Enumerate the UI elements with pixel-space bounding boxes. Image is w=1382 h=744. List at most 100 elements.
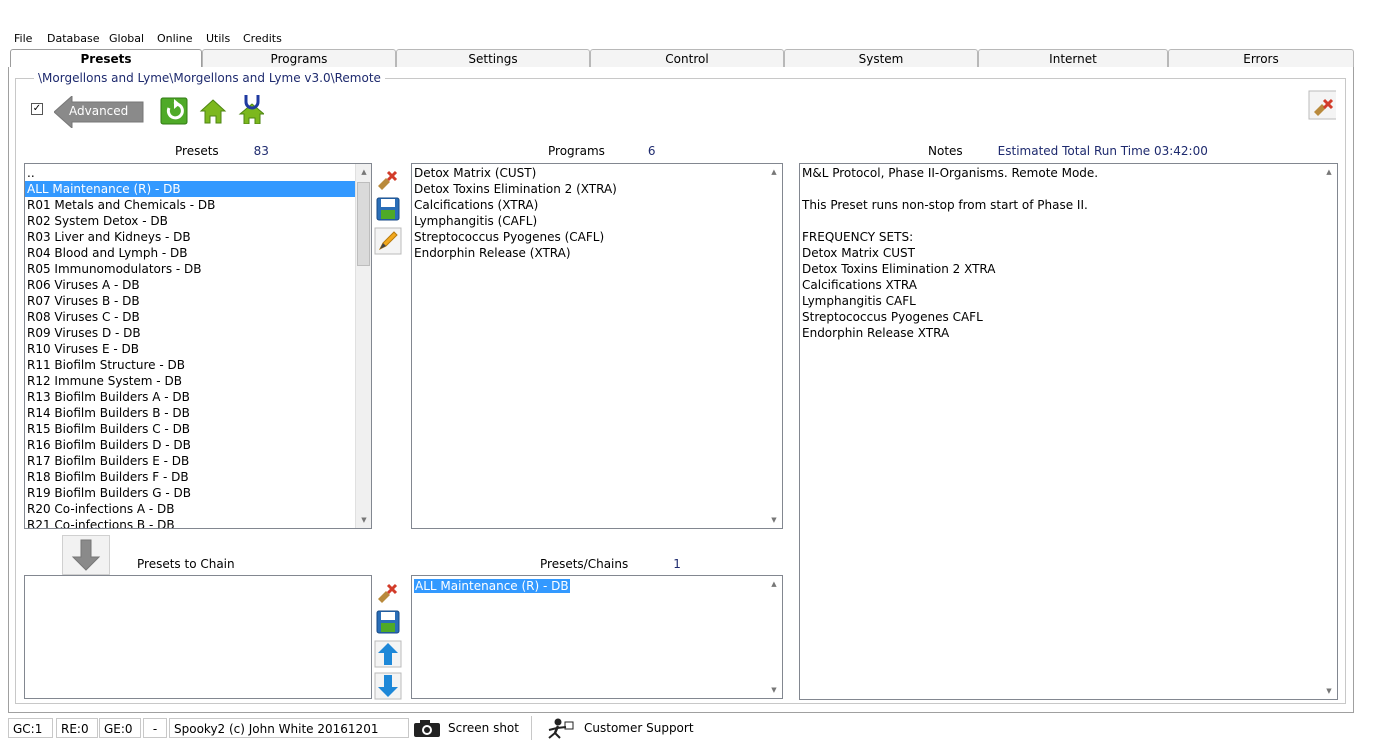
save-chain-icon[interactable] bbox=[373, 608, 403, 636]
presets-scrollbar[interactable]: ▲ ▼ bbox=[355, 164, 371, 528]
presets-chains-list[interactable]: ALL Maintenance (R) - DB ▲ ▼ bbox=[411, 575, 783, 699]
list-item[interactable]: .. bbox=[25, 165, 371, 181]
tab-control[interactable]: Control bbox=[590, 49, 784, 67]
scroll-up-icon[interactable]: ▲ bbox=[356, 166, 371, 178]
notes-header: Notes Estimated Total Run Time 03:42:00 bbox=[928, 144, 1208, 158]
tab-bar: Presets Programs Settings Control System… bbox=[8, 49, 1354, 68]
note-line: M&L Protocol, Phase II-Organisms. Remote… bbox=[802, 166, 1099, 180]
note-line: Lymphangitis CAFL bbox=[802, 294, 916, 308]
tab-presets[interactable]: Presets bbox=[10, 49, 202, 68]
menu-credits[interactable]: Credits bbox=[243, 32, 282, 46]
menu-online[interactable]: Online bbox=[157, 32, 192, 46]
customer-support-button[interactable]: Customer Support bbox=[531, 716, 708, 740]
menu-file[interactable]: File bbox=[14, 32, 32, 46]
status-re: RE:0 bbox=[56, 718, 98, 738]
list-item[interactable]: R21 Co-infections B - DB bbox=[25, 517, 371, 528]
programs-list[interactable]: Detox Matrix (CUST) Detox Toxins Eliminat… bbox=[411, 163, 783, 529]
list-item[interactable]: R07 Viruses B - DB bbox=[25, 293, 371, 309]
list-item[interactable]: Endorphin Release (XTRA) bbox=[412, 245, 782, 261]
scroll-down-icon[interactable]: ▼ bbox=[766, 684, 782, 696]
menu-global[interactable]: Global bbox=[109, 32, 144, 46]
delete-preset-icon[interactable] bbox=[1308, 90, 1336, 120]
list-item[interactable]: R19 Biofilm Builders G - DB bbox=[25, 485, 371, 501]
tab-settings[interactable]: Settings bbox=[396, 49, 590, 67]
move-down-icon[interactable] bbox=[373, 672, 403, 700]
screenshot-button[interactable]: Screen shot bbox=[412, 716, 527, 740]
list-item[interactable]: R16 Biofilm Builders D - DB bbox=[25, 437, 371, 453]
list-item[interactable]: R11 Biofilm Structure - DB bbox=[25, 357, 371, 373]
advanced-button[interactable]: Advanced bbox=[53, 94, 144, 130]
broom-clear-icon[interactable] bbox=[373, 163, 403, 191]
list-item[interactable]: R13 Biofilm Builders A - DB bbox=[25, 389, 371, 405]
programs-items: Detox Matrix (CUST) Detox Toxins Eliminat… bbox=[412, 164, 782, 261]
tab-errors[interactable]: Errors bbox=[1168, 49, 1354, 67]
save-icon[interactable] bbox=[373, 195, 403, 223]
run-time: Estimated Total Run Time 03:42:00 bbox=[997, 144, 1208, 158]
list-item[interactable]: R08 Viruses C - DB bbox=[25, 309, 371, 325]
note-line: This Preset runs non-stop from start of … bbox=[802, 198, 1088, 212]
list-item[interactable]: Streptococcus Pyogenes (CAFL) bbox=[412, 229, 782, 245]
presets-header: Presets 83 bbox=[175, 144, 269, 158]
note-line bbox=[800, 213, 1337, 229]
status-dash: - bbox=[143, 718, 167, 738]
list-item[interactable]: R05 Immunomodulators - DB bbox=[25, 261, 371, 277]
scroll-down-icon[interactable]: ▼ bbox=[766, 514, 782, 526]
broom-clear-chain-icon[interactable] bbox=[373, 576, 403, 604]
list-item[interactable]: R14 Biofilm Builders B - DB bbox=[25, 405, 371, 421]
support-person-icon bbox=[548, 718, 574, 739]
move-up-icon[interactable] bbox=[373, 640, 403, 668]
edit-pencil-icon[interactable] bbox=[373, 227, 403, 255]
scroll-down-icon[interactable]: ▼ bbox=[356, 514, 371, 526]
list-item[interactable]: R03 Liver and Kidneys - DB bbox=[25, 229, 371, 245]
menu-database[interactable]: Database bbox=[47, 32, 100, 46]
advanced-checkbox[interactable]: ✓ bbox=[31, 103, 43, 115]
list-item[interactable]: ALL Maintenance (R) - DB bbox=[412, 578, 782, 594]
list-item[interactable]: Lymphangitis (CAFL) bbox=[412, 213, 782, 229]
notes-scrollbar[interactable]: ▲ ▼ bbox=[1321, 164, 1337, 699]
customer-support-label: Customer Support bbox=[584, 721, 694, 735]
notes-box[interactable]: M&L Protocol, Phase II-Organisms. Remote… bbox=[799, 163, 1338, 700]
note-line: Calcifications XTRA bbox=[802, 278, 917, 292]
programs-scrollbar[interactable]: ▲ ▼ bbox=[766, 164, 782, 528]
menu-utils[interactable]: Utils bbox=[206, 32, 230, 46]
user-home-icon[interactable] bbox=[236, 95, 264, 124]
note-line: Streptococcus Pyogenes CAFL bbox=[802, 310, 983, 324]
list-item[interactable]: R09 Viruses D - DB bbox=[25, 325, 371, 341]
tab-system[interactable]: System bbox=[784, 49, 978, 67]
list-item[interactable]: R02 System Detox - DB bbox=[25, 213, 371, 229]
presets-list[interactable]: .. ALL Maintenance (R) - DB R01 Metals and… bbox=[24, 163, 372, 529]
scroll-down-icon[interactable]: ▼ bbox=[1321, 685, 1337, 697]
tab-internet[interactable]: Internet bbox=[978, 49, 1168, 67]
scroll-up-icon[interactable]: ▲ bbox=[1321, 166, 1337, 178]
list-item[interactable]: Calcifications (XTRA) bbox=[412, 197, 782, 213]
list-item[interactable]: R01 Metals and Chemicals - DB bbox=[25, 197, 371, 213]
scroll-up-icon[interactable]: ▲ bbox=[766, 578, 782, 590]
note-line bbox=[800, 181, 1337, 197]
list-item[interactable]: R15 Biofilm Builders C - DB bbox=[25, 421, 371, 437]
list-item[interactable]: R10 Viruses E - DB bbox=[25, 341, 371, 357]
list-item[interactable]: ALL Maintenance (R) - DB bbox=[25, 181, 371, 197]
home-icon[interactable] bbox=[199, 97, 227, 125]
presets-to-chain-list[interactable] bbox=[24, 575, 372, 699]
presets-count: 83 bbox=[253, 144, 269, 158]
list-item[interactable]: R17 Biofilm Builders E - DB bbox=[25, 453, 371, 469]
list-item[interactable]: R20 Co-infections A - DB bbox=[25, 501, 371, 517]
chains-scrollbar[interactable]: ▲ ▼ bbox=[766, 576, 782, 698]
list-item[interactable]: R04 Blood and Lymph - DB bbox=[25, 245, 371, 261]
note-line: Endorphin Release XTRA bbox=[802, 326, 950, 340]
list-item[interactable]: Detox Matrix (CUST) bbox=[412, 165, 782, 181]
presets-chains-header: Presets/Chains 1 bbox=[540, 557, 681, 571]
note-line: Detox Matrix CUST bbox=[802, 246, 915, 260]
scroll-up-icon[interactable]: ▲ bbox=[766, 166, 782, 178]
list-item[interactable]: R18 Biofilm Builders F - DB bbox=[25, 469, 371, 485]
list-item[interactable]: R06 Viruses A - DB bbox=[25, 277, 371, 293]
list-item[interactable]: Detox Toxins Elimination 2 (XTRA) bbox=[412, 181, 782, 197]
add-to-chain-button[interactable] bbox=[62, 535, 110, 575]
presets-items: .. ALL Maintenance (R) - DB R01 Metals and… bbox=[25, 164, 371, 528]
tab-programs[interactable]: Programs bbox=[202, 49, 396, 67]
preset-path: \Morgellons and Lyme\Morgellons and Lyme… bbox=[34, 71, 385, 85]
refresh-icon[interactable] bbox=[160, 97, 188, 125]
list-item-label: ALL Maintenance (R) - DB bbox=[414, 579, 570, 593]
list-item[interactable]: R12 Immune System - DB bbox=[25, 373, 371, 389]
scroll-thumb[interactable] bbox=[357, 182, 370, 266]
